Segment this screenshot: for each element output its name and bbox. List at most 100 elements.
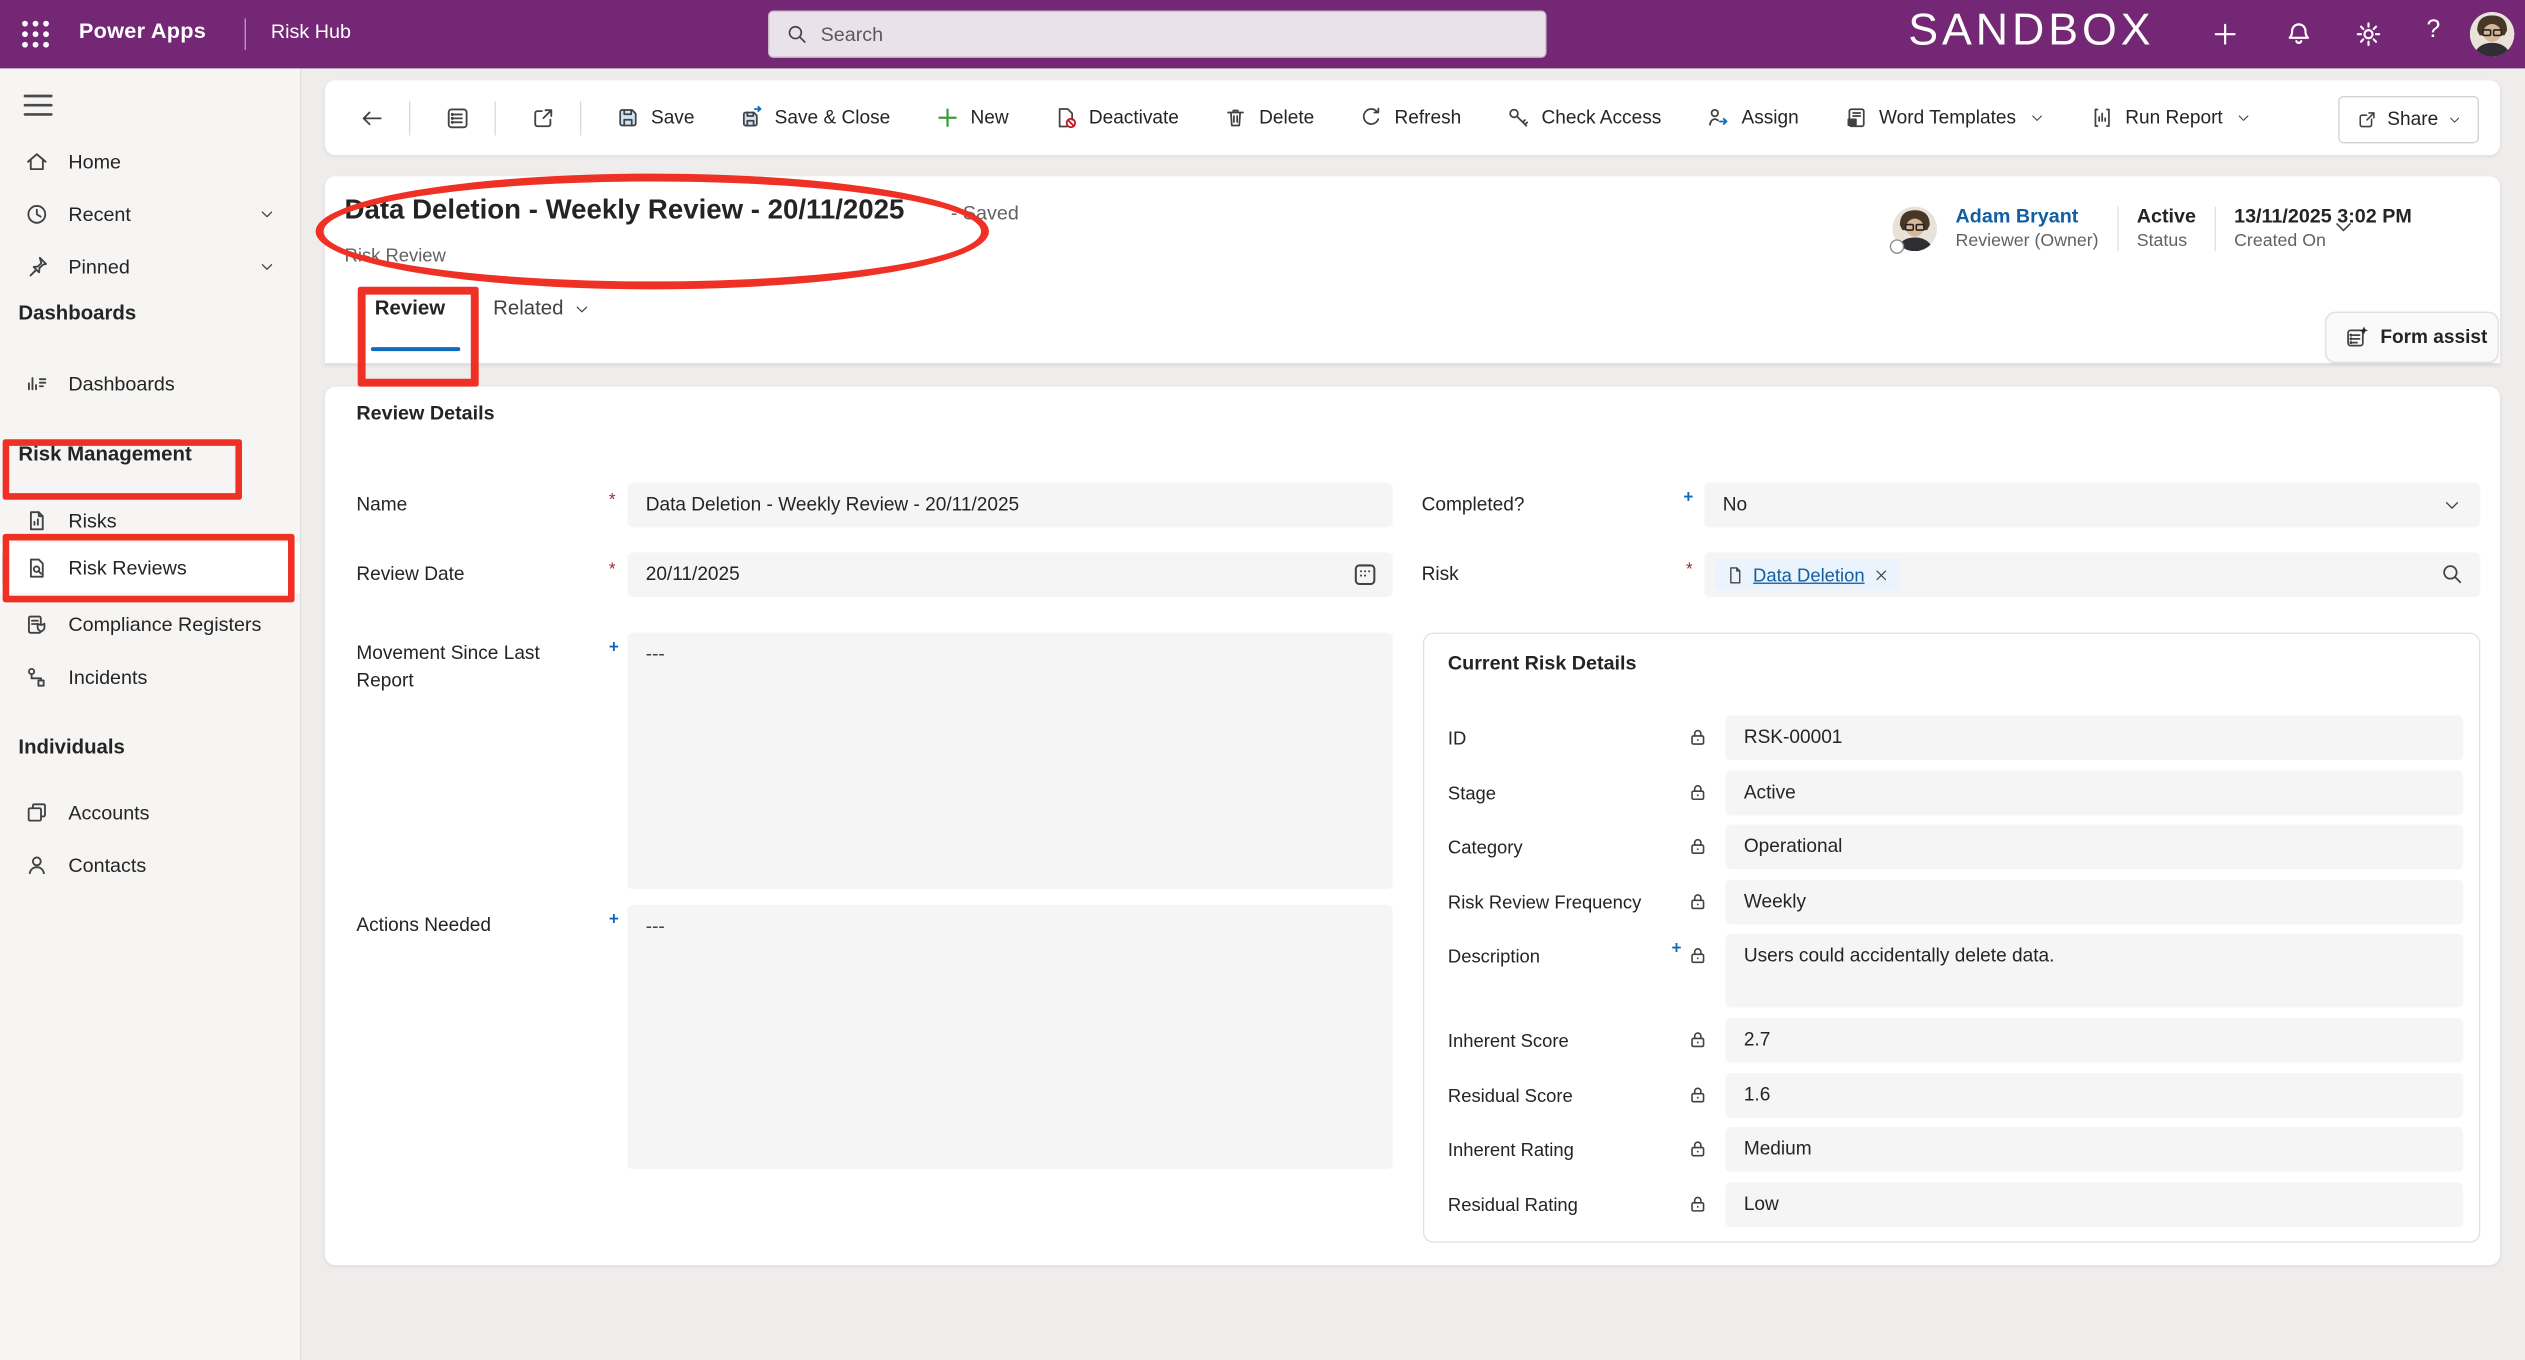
owner-avatar[interactable] <box>1892 206 1937 251</box>
risk-record-link[interactable]: Data Deletion <box>1753 564 1865 585</box>
lookup-search-icon[interactable] <box>2440 562 2465 587</box>
popout-icon <box>530 105 556 131</box>
notifications-bell-icon[interactable] <box>2284 20 2313 49</box>
share-button[interactable]: Share <box>2339 96 2479 143</box>
top-navigation-bar: Power Apps Risk Hub Search SANDBOX ? <box>0 0 2525 68</box>
active-tab-indicator <box>371 347 460 351</box>
category-field: Operational <box>1725 825 2463 870</box>
save-and-close-button[interactable]: Save & Close <box>734 97 896 138</box>
home-icon <box>24 149 50 175</box>
sidebar-item-contacts[interactable]: Contacts <box>0 839 300 892</box>
incidents-icon <box>24 664 50 690</box>
sidebar-item-risks[interactable]: Risks <box>0 494 300 547</box>
risk-details-title: Current Risk Details <box>1448 652 1637 674</box>
created-on-value: 13/11/2025 3:02 PM <box>2234 205 2412 230</box>
form-selector-button[interactable] <box>439 97 476 139</box>
hamburger-menu-icon[interactable] <box>24 95 53 116</box>
header-collapse-chevron[interactable] <box>2332 216 2356 240</box>
sidebar-item-dashboards[interactable]: Dashboards <box>0 358 300 411</box>
deactivate-button[interactable]: Deactivate <box>1048 97 1184 138</box>
remove-x-icon[interactable] <box>1872 566 1889 583</box>
delete-button[interactable]: Delete <box>1218 97 1319 138</box>
risk-lookup-pill: Data Deletion <box>1715 559 1900 591</box>
chevron-down-icon[interactable] <box>258 258 276 276</box>
popout-button[interactable] <box>525 97 562 139</box>
created-on-label: Created On <box>2234 230 2412 252</box>
description-label: Description <box>1448 934 1679 979</box>
review-date-label: Review Date <box>356 552 587 597</box>
add-icon[interactable] <box>2211 20 2240 49</box>
chevron-down-icon <box>2029 110 2045 126</box>
description-field: Users could accidentally delete data. <box>1725 934 2463 1008</box>
recent-clock-icon <box>24 201 50 227</box>
date-picker-icon[interactable] <box>1351 560 1380 589</box>
chevron-down-icon[interactable] <box>2442 496 2462 516</box>
svg-text:W: W <box>1849 119 1856 126</box>
movement-label: Movement Since Last Report <box>356 640 587 695</box>
sidebar-item-risk-reviews[interactable]: Risk Reviews <box>0 543 300 593</box>
actions-needed-field[interactable]: --- <box>627 905 1392 1169</box>
lock-icon <box>1689 1193 1707 1213</box>
assign-button[interactable]: Assign <box>1701 97 1804 138</box>
sidebar-item-home[interactable]: Home <box>0 135 300 188</box>
required-icon: * <box>609 559 616 579</box>
current-risk-details-card: Current Risk Details ID RSK-00001 Stage … <box>1423 633 2480 1243</box>
sidebar-section-risk-management: Risk Management <box>18 443 191 467</box>
sidebar-item-compliance-registers[interactable]: Compliance Registers <box>0 598 300 651</box>
recommended-icon: + <box>609 909 619 929</box>
name-label: Name <box>356 483 587 528</box>
lock-icon <box>1689 891 1707 911</box>
word-templates-button[interactable]: W Word Templates <box>1838 97 2050 138</box>
tab-review[interactable]: Review <box>375 297 445 321</box>
run-report-icon <box>2090 105 2115 130</box>
user-avatar[interactable] <box>2470 12 2515 57</box>
refresh-button[interactable]: Refresh <box>1354 97 1467 138</box>
waffle-menu-icon[interactable] <box>18 17 52 51</box>
risk-reviews-icon <box>24 555 50 581</box>
lock-icon <box>1689 836 1707 856</box>
residual-score-field: 1.6 <box>1725 1072 2463 1117</box>
completed-field[interactable]: No <box>1704 483 2480 528</box>
check-access-button[interactable]: Check Access <box>1501 97 1667 138</box>
residual-score-label: Residual Score <box>1448 1072 1679 1117</box>
share-icon <box>2356 108 2378 130</box>
name-field[interactable]: Data Deletion - Weekly Review - 20/11/20… <box>627 483 1392 528</box>
review-form: Review Details Name * Data Deletion - We… <box>325 387 2500 1265</box>
form-list-icon <box>445 105 471 131</box>
app-brand[interactable]: Power Apps <box>79 20 206 45</box>
lock-icon <box>1689 1084 1707 1104</box>
risk-lookup-field[interactable]: Data Deletion <box>1704 552 2480 597</box>
back-button[interactable] <box>354 97 391 139</box>
refresh-icon <box>1359 105 1384 130</box>
stage-field: Active <box>1725 770 2463 815</box>
environment-badge: SANDBOX <box>1908 5 2171 56</box>
sidebar-item-incidents[interactable]: Incidents <box>0 651 300 704</box>
inherent-score-label: Inherent Score <box>1448 1018 1679 1063</box>
help-icon[interactable]: ? <box>2426 16 2455 45</box>
movement-field[interactable]: --- <box>627 633 1392 889</box>
meta-divider <box>2117 206 2118 251</box>
search-icon <box>785 22 809 46</box>
recommended-icon: + <box>1683 487 1693 507</box>
record-header: Data Deletion - Weekly Review - 20/11/20… <box>325 176 2500 364</box>
new-button[interactable]: New <box>930 97 1014 138</box>
sidebar-item-pinned[interactable]: Pinned <box>0 241 300 294</box>
review-date-field[interactable]: 20/11/2025 <box>627 552 1392 597</box>
chevron-down-icon[interactable] <box>258 205 276 223</box>
run-report-button[interactable]: Run Report <box>2084 97 2256 138</box>
save-status: - Saved <box>951 203 1019 225</box>
owner-name-link[interactable]: Adam Bryant <box>1956 205 2099 230</box>
sidebar-item-accounts[interactable]: Accounts <box>0 786 300 839</box>
sidebar-item-recent[interactable]: Recent <box>0 188 300 241</box>
owner-role: Reviewer (Owner) <box>1956 230 2099 252</box>
presence-badge <box>1890 239 1904 253</box>
app-area-title: Risk Hub <box>271 21 351 43</box>
risk-review-frequency-label: Risk Review Frequency <box>1448 879 1679 924</box>
settings-gear-icon[interactable] <box>2354 20 2383 49</box>
form-assist-button[interactable]: Form assist <box>2325 312 2499 363</box>
contacts-icon <box>24 852 50 878</box>
entity-type-label: Risk Review <box>345 245 446 266</box>
save-button[interactable]: Save <box>610 97 700 138</box>
tab-related[interactable]: Related <box>493 297 591 321</box>
search-input[interactable]: Search <box>768 11 1547 58</box>
